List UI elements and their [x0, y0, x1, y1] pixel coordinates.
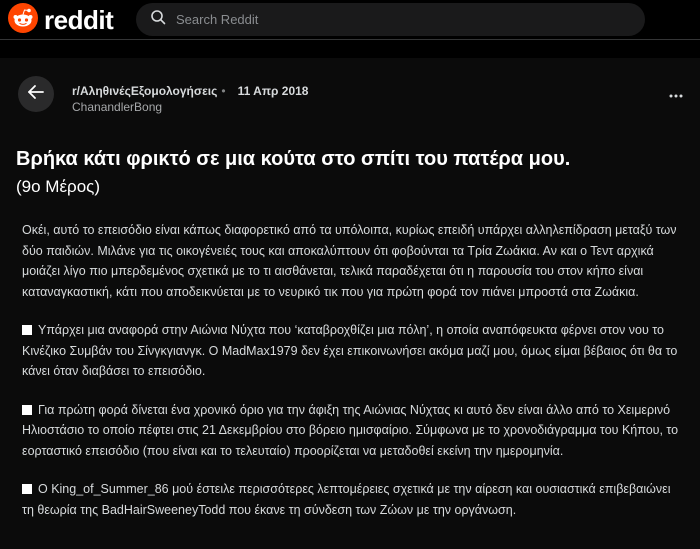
white-square-icon: [22, 325, 32, 335]
more-options-icon: [669, 85, 683, 103]
author-link[interactable]: ChanandlerBong: [72, 100, 308, 114]
white-square-icon: [22, 404, 32, 415]
paragraph-text: Για πρώτη φορά δίνεται ένα χρονικό όριο …: [22, 402, 679, 458]
white-square-icon: [22, 484, 32, 494]
back-button[interactable]: [18, 76, 54, 112]
logo-wordmark: reddit: [44, 5, 114, 35]
more-options-button[interactable]: [664, 86, 688, 102]
paragraph: Οκέι, αυτό το επεισόδιο είναι κάπως διαφ…: [22, 223, 677, 299]
search-bar[interactable]: [136, 3, 645, 36]
back-arrow-icon: [27, 83, 45, 106]
search-input[interactable]: [174, 11, 618, 28]
paragraph-text: Υπάρχει μια αναφορά στην Αιώνια Νύχτα πο…: [22, 323, 678, 378]
bullet-paragraph: Ο King_of_Summer_86 μού έστειλε περισσότ…: [22, 479, 682, 520]
post-body: Οκέι, αυτό το επεισόδιο είναι κάπως διαφ…: [22, 220, 682, 538]
separator-dot: •: [221, 84, 226, 98]
post-title-main: Βρήκα κάτι φρικτό σε μια κούτα στο σπίτι…: [16, 148, 571, 170]
subreddit-link[interactable]: r/ΑληθινέςΕξομολογήσεις: [72, 84, 217, 98]
post-card: r/ΑληθινέςΕξομολογήσεις • 11 Απρ 2018 Ch…: [0, 58, 700, 549]
top-header: reddit: [0, 0, 700, 40]
post-date: 11 Απρ 2018: [237, 84, 309, 98]
bullet-paragraph: Υπάρχει μια αναφορά στην Αιώνια Νύχτα πο…: [22, 320, 682, 382]
bullet-paragraph: Για πρώτη φορά δίνεται ένα χρονικό όριο …: [22, 400, 682, 462]
reddit-logo[interactable]: reddit: [8, 2, 114, 38]
post-meta: r/ΑληθινέςΕξομολογήσεις • 11 Απρ 2018 Ch…: [72, 84, 308, 114]
reddit-snoo-icon: [8, 2, 38, 38]
paragraph-text: Ο King_of_Summer_86 μού έστειλε περισσότ…: [22, 482, 671, 517]
search-icon: [150, 9, 166, 30]
post-title: Βρήκα κάτι φρικτό σε μια κούτα στο σπίτι…: [16, 146, 676, 200]
post-title-part: (9ο Μέρος): [16, 177, 101, 196]
